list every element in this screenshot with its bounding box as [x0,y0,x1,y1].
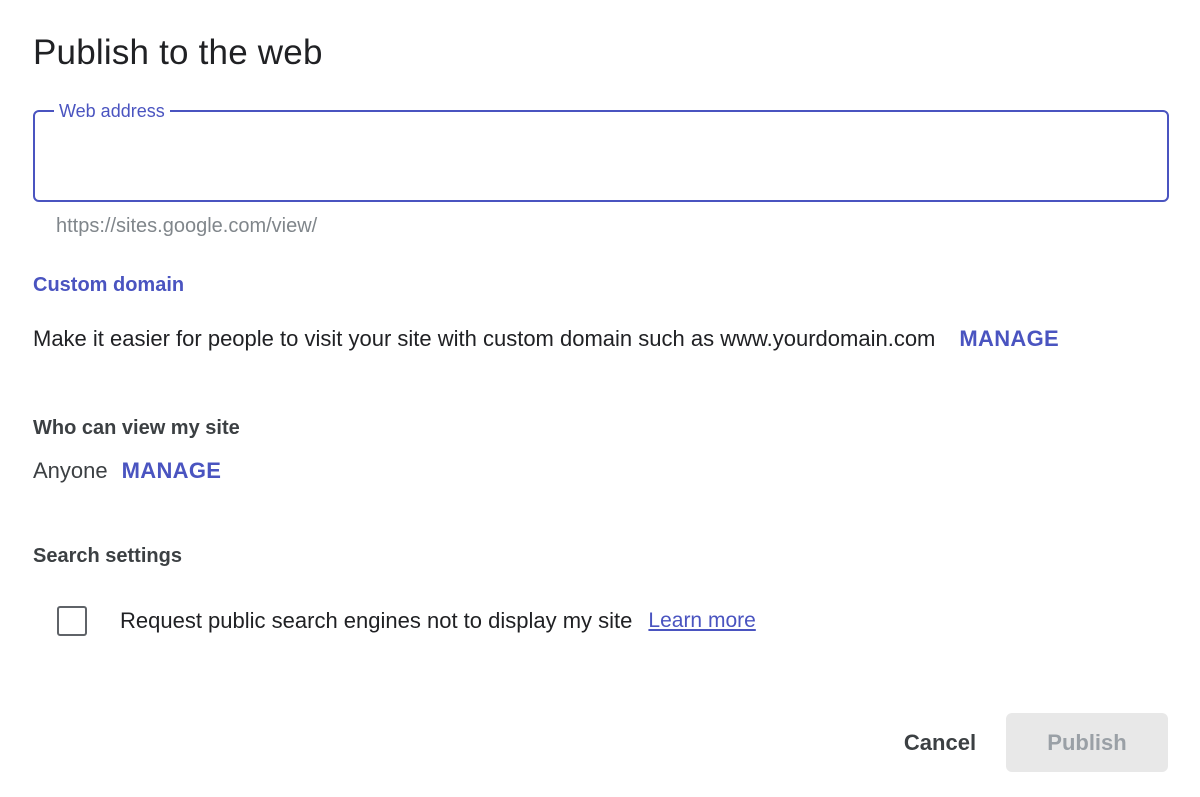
dialog-title: Publish to the web [33,33,323,72]
search-settings-row: Request public search engines not to dis… [57,606,756,636]
viewers-manage-button[interactable]: MANAGE [122,458,222,484]
custom-domain-manage-button[interactable]: MANAGE [959,326,1059,352]
custom-domain-heading: Custom domain [33,274,185,296]
hide-from-search-checkbox[interactable] [57,606,87,636]
web-address-input[interactable] [35,112,1167,200]
learn-more-link[interactable]: Learn more [648,609,755,633]
search-settings-heading: Search settings [33,545,182,567]
hide-from-search-label[interactable]: Request public search engines not to dis… [120,608,632,634]
viewers-value: Anyone [33,458,108,483]
custom-domain-description: Make it easier for people to visit your … [33,326,936,351]
cancel-button[interactable]: Cancel [884,714,996,772]
web-address-helper: https://sites.google.com/view/ [56,215,318,237]
viewers-row: Anyone MANAGE [33,458,221,484]
web-address-field[interactable]: Web address [33,100,1169,202]
publish-dialog: Publish to the web Web address https://s… [0,0,1200,797]
who-can-view-heading: Who can view my site [33,417,240,439]
publish-button[interactable]: Publish [1006,713,1168,772]
custom-domain-row: Make it easier for people to visit your … [33,326,1169,352]
